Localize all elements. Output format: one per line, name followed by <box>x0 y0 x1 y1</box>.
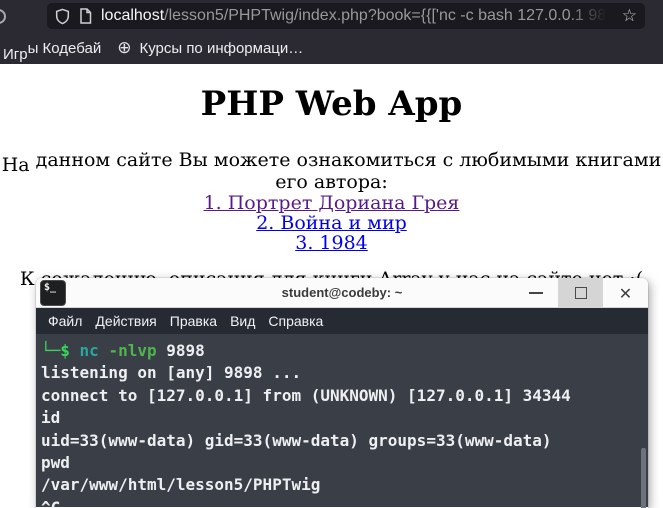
book-links: 1. Портрет Дориана Грея 2. Война и мир 3… <box>0 193 663 253</box>
terminal-output-area[interactable]: └─$ nc -nlvp 9898 listening on [any] 989… <box>36 334 648 508</box>
shell-prompt: └─$ <box>41 341 70 360</box>
bookmarks-bar: Игр ы Кодебай ⊕ Курсы по информаци… <box>0 32 663 64</box>
menu-help[interactable]: Справка <box>268 313 323 329</box>
bookmark-item-games-prefix[interactable]: Игр <box>3 46 28 63</box>
minimize-icon <box>528 292 543 294</box>
menu-actions[interactable]: Действия <box>95 313 156 329</box>
bookmark-item-games[interactable]: ы Кодебай <box>28 40 102 57</box>
page-icon[interactable] <box>79 8 92 24</box>
book-link-3[interactable]: 3. 1984 <box>0 233 663 253</box>
terminal-line: /var/www/html/lesson5/PHPTwig <box>41 475 321 495</box>
terminal-titlebar[interactable]: $_ student@codeby: ~ ✕ <box>36 278 648 308</box>
url-host: localhost <box>101 7 165 24</box>
window-controls: ✕ <box>513 278 648 308</box>
partial-extension-icon[interactable] <box>0 9 6 24</box>
shield-icon[interactable] <box>55 8 70 25</box>
terminal-app-icon: $_ <box>40 279 66 306</box>
menu-view[interactable]: Вид <box>230 313 255 329</box>
command-flags: -nlvp <box>108 341 157 360</box>
globe-icon: ⊕ <box>117 38 132 58</box>
terminal-window: $_ student@codeby: ~ ✕ Файл Действия Пра… <box>36 278 648 508</box>
command-name: nc <box>79 341 99 360</box>
terminal-line: listening on [any] 9898 ... <box>41 363 302 383</box>
minimize-button[interactable] <box>513 278 558 308</box>
url-text[interactable]: localhost/lesson5/PHPTwig/index.php?book… <box>101 3 613 29</box>
maximize-icon <box>574 287 587 299</box>
menu-edit[interactable]: Правка <box>170 313 217 329</box>
command-port: 9898 <box>166 341 205 360</box>
menu-file[interactable]: Файл <box>48 313 82 329</box>
intro-rest: данном сайте Вы можете ознакомиться с лю… <box>29 149 662 193</box>
terminal-line: uid=33(www-data) gid=33(www-data) groups… <box>41 430 552 450</box>
close-button[interactable]: ✕ <box>603 278 648 308</box>
terminal-line: ^C <box>41 497 61 508</box>
browser-toolbar: localhost/lesson5/PHPTwig/index.php?book… <box>0 0 663 64</box>
url-bar[interactable]: localhost/lesson5/PHPTwig/index.php?book… <box>47 3 645 29</box>
book-link-2[interactable]: 2. Война и мир <box>0 213 663 233</box>
terminal-menubar: Файл Действия Правка Вид Справка <box>36 308 648 334</box>
address-bar-row: localhost/lesson5/PHPTwig/index.php?book… <box>0 0 663 32</box>
terminal-scrollbar-thumb[interactable] <box>641 448 646 508</box>
intro-first-word: На <box>1 154 30 176</box>
terminal-line: pwd <box>41 453 70 473</box>
book-link-1[interactable]: 1. Портрет Дориана Грея <box>0 193 663 213</box>
maximize-button[interactable] <box>558 278 603 308</box>
prompt-line: └─$ nc -nlvp 9898 <box>41 340 648 362</box>
page-title: PHP Web App <box>200 84 463 124</box>
bookmark-star-icon[interactable]: ☆ <box>622 3 637 29</box>
terminal-line: id <box>41 408 61 428</box>
terminal-line: connect to [127.0.0.1] from (UNKNOWN) [1… <box>41 385 571 405</box>
bookmark-item-courses[interactable]: Курсы по информаци… <box>139 40 303 57</box>
intro-text: На данном сайте Вы можете ознакомиться с… <box>0 149 663 193</box>
url-path: /lesson5/PHPTwig/index.php?book={{['nc -… <box>164 7 607 24</box>
